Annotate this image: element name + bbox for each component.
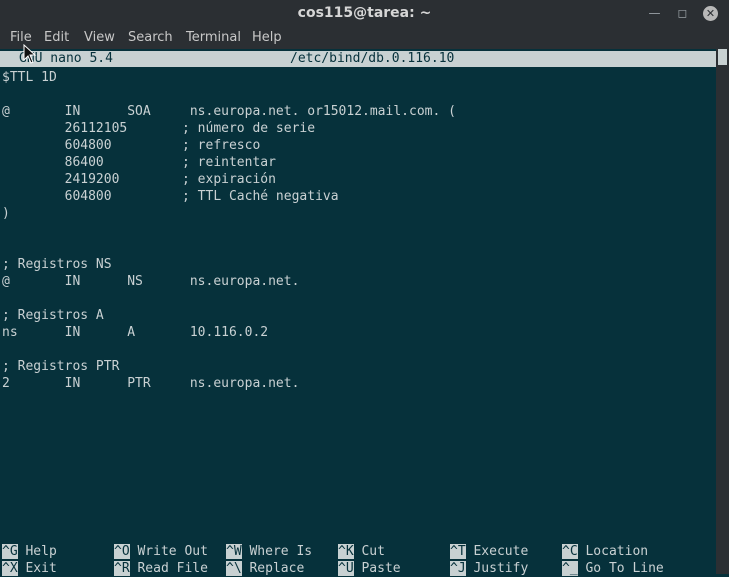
editor-line: 26112105 ; número de serie xyxy=(2,121,316,136)
editor-line: 2419200 ; expiración xyxy=(2,172,276,187)
editor-line: ; Registros NS xyxy=(2,257,112,272)
scrollbar[interactable] xyxy=(716,49,729,574)
nano-header: GNU nano 5.4 /etc/bind/db.0.116.10 xyxy=(0,51,716,67)
shortcut-key: ^O xyxy=(114,544,130,559)
editor-line: 604800 ; refresco xyxy=(2,138,261,153)
shortcut-item[interactable]: ^O Write Out xyxy=(114,543,208,560)
shortcut-item[interactable]: ^T Execute xyxy=(450,543,528,560)
menu-search[interactable]: Search xyxy=(128,30,173,45)
menu-file[interactable]: File xyxy=(10,30,32,45)
shortcut-key: ^K xyxy=(338,544,354,559)
minimize-icon[interactable]: — xyxy=(648,7,661,20)
shortcut-item[interactable]: ^W Where Is xyxy=(226,543,312,560)
editor-line: @ IN NS ns.europa.net. xyxy=(2,274,300,289)
shortcut-item[interactable]: ^R Read File xyxy=(114,560,208,577)
window-title: cos115@tarea: ~ xyxy=(297,5,432,21)
editor-line: 604800 ; TTL Caché negativa xyxy=(2,189,339,204)
editor-line: $TTL 1D xyxy=(2,70,57,85)
editor-line: 86400 ; reintentar xyxy=(2,155,276,170)
nano-filename: /etc/bind/db.0.116.10 xyxy=(290,51,455,66)
shortcut-item[interactable]: ^C Location xyxy=(562,543,648,560)
shortcut-key: ^G xyxy=(2,544,18,559)
close-icon[interactable]: ✕ xyxy=(703,6,718,21)
shortcut-key: ^T xyxy=(450,544,466,559)
shortcut-item[interactable]: ^U Paste xyxy=(338,560,401,577)
shortcut-key: ^W xyxy=(226,544,242,559)
title-bar[interactable]: cos115@tarea: ~ — ◻ ✕ xyxy=(0,0,729,27)
editor-line: ; Registros A xyxy=(2,308,104,323)
terminal-window: cos115@tarea: ~ — ◻ ✕ File Edit View Sea… xyxy=(0,0,729,577)
shortcut-label: Location xyxy=(577,544,649,559)
shortcut-label: Write Out xyxy=(129,544,208,559)
shortcut-item[interactable]: ^X Exit xyxy=(2,560,57,577)
editor-line: ) xyxy=(2,206,10,221)
editor-line: @ IN SOA ns.europa.net. or15012.mail.com… xyxy=(2,104,456,119)
menu-view[interactable]: View xyxy=(84,30,115,45)
shortcut-item[interactable]: ^_ Go To Line xyxy=(562,560,664,577)
mouse-pointer-icon xyxy=(23,44,37,64)
shortcut-label: Cut xyxy=(353,544,385,559)
editor-line: ns IN A 10.116.0.2 xyxy=(2,325,269,340)
shortcut-label: Execute xyxy=(465,544,529,559)
shortcut-item[interactable]: ^G Help xyxy=(2,543,57,560)
editor-line: ; Registros PTR xyxy=(2,359,120,374)
shortcut-item[interactable]: ^K Cut xyxy=(338,543,385,560)
shortcut-key: ^C xyxy=(562,544,578,559)
menu-bar: File Edit View Search Terminal Help xyxy=(0,27,729,49)
menu-edit[interactable]: Edit xyxy=(44,30,69,45)
scrollbar-thumb[interactable] xyxy=(718,49,727,65)
menu-help[interactable]: Help xyxy=(252,30,282,45)
editor-line: 2 IN PTR ns.europa.net. xyxy=(2,376,300,391)
terminal-area[interactable]: GNU nano 5.4 /etc/bind/db.0.116.10 $TTL … xyxy=(0,49,716,577)
shortcut-item[interactable]: ^\ Replace xyxy=(226,560,304,577)
shortcut-label: Where Is xyxy=(241,544,313,559)
menu-terminal[interactable]: Terminal xyxy=(186,30,241,45)
shortcut-item[interactable]: ^J Justify xyxy=(450,560,528,577)
maximize-icon[interactable]: ◻ xyxy=(676,7,689,20)
shortcut-label: Help xyxy=(17,544,57,559)
